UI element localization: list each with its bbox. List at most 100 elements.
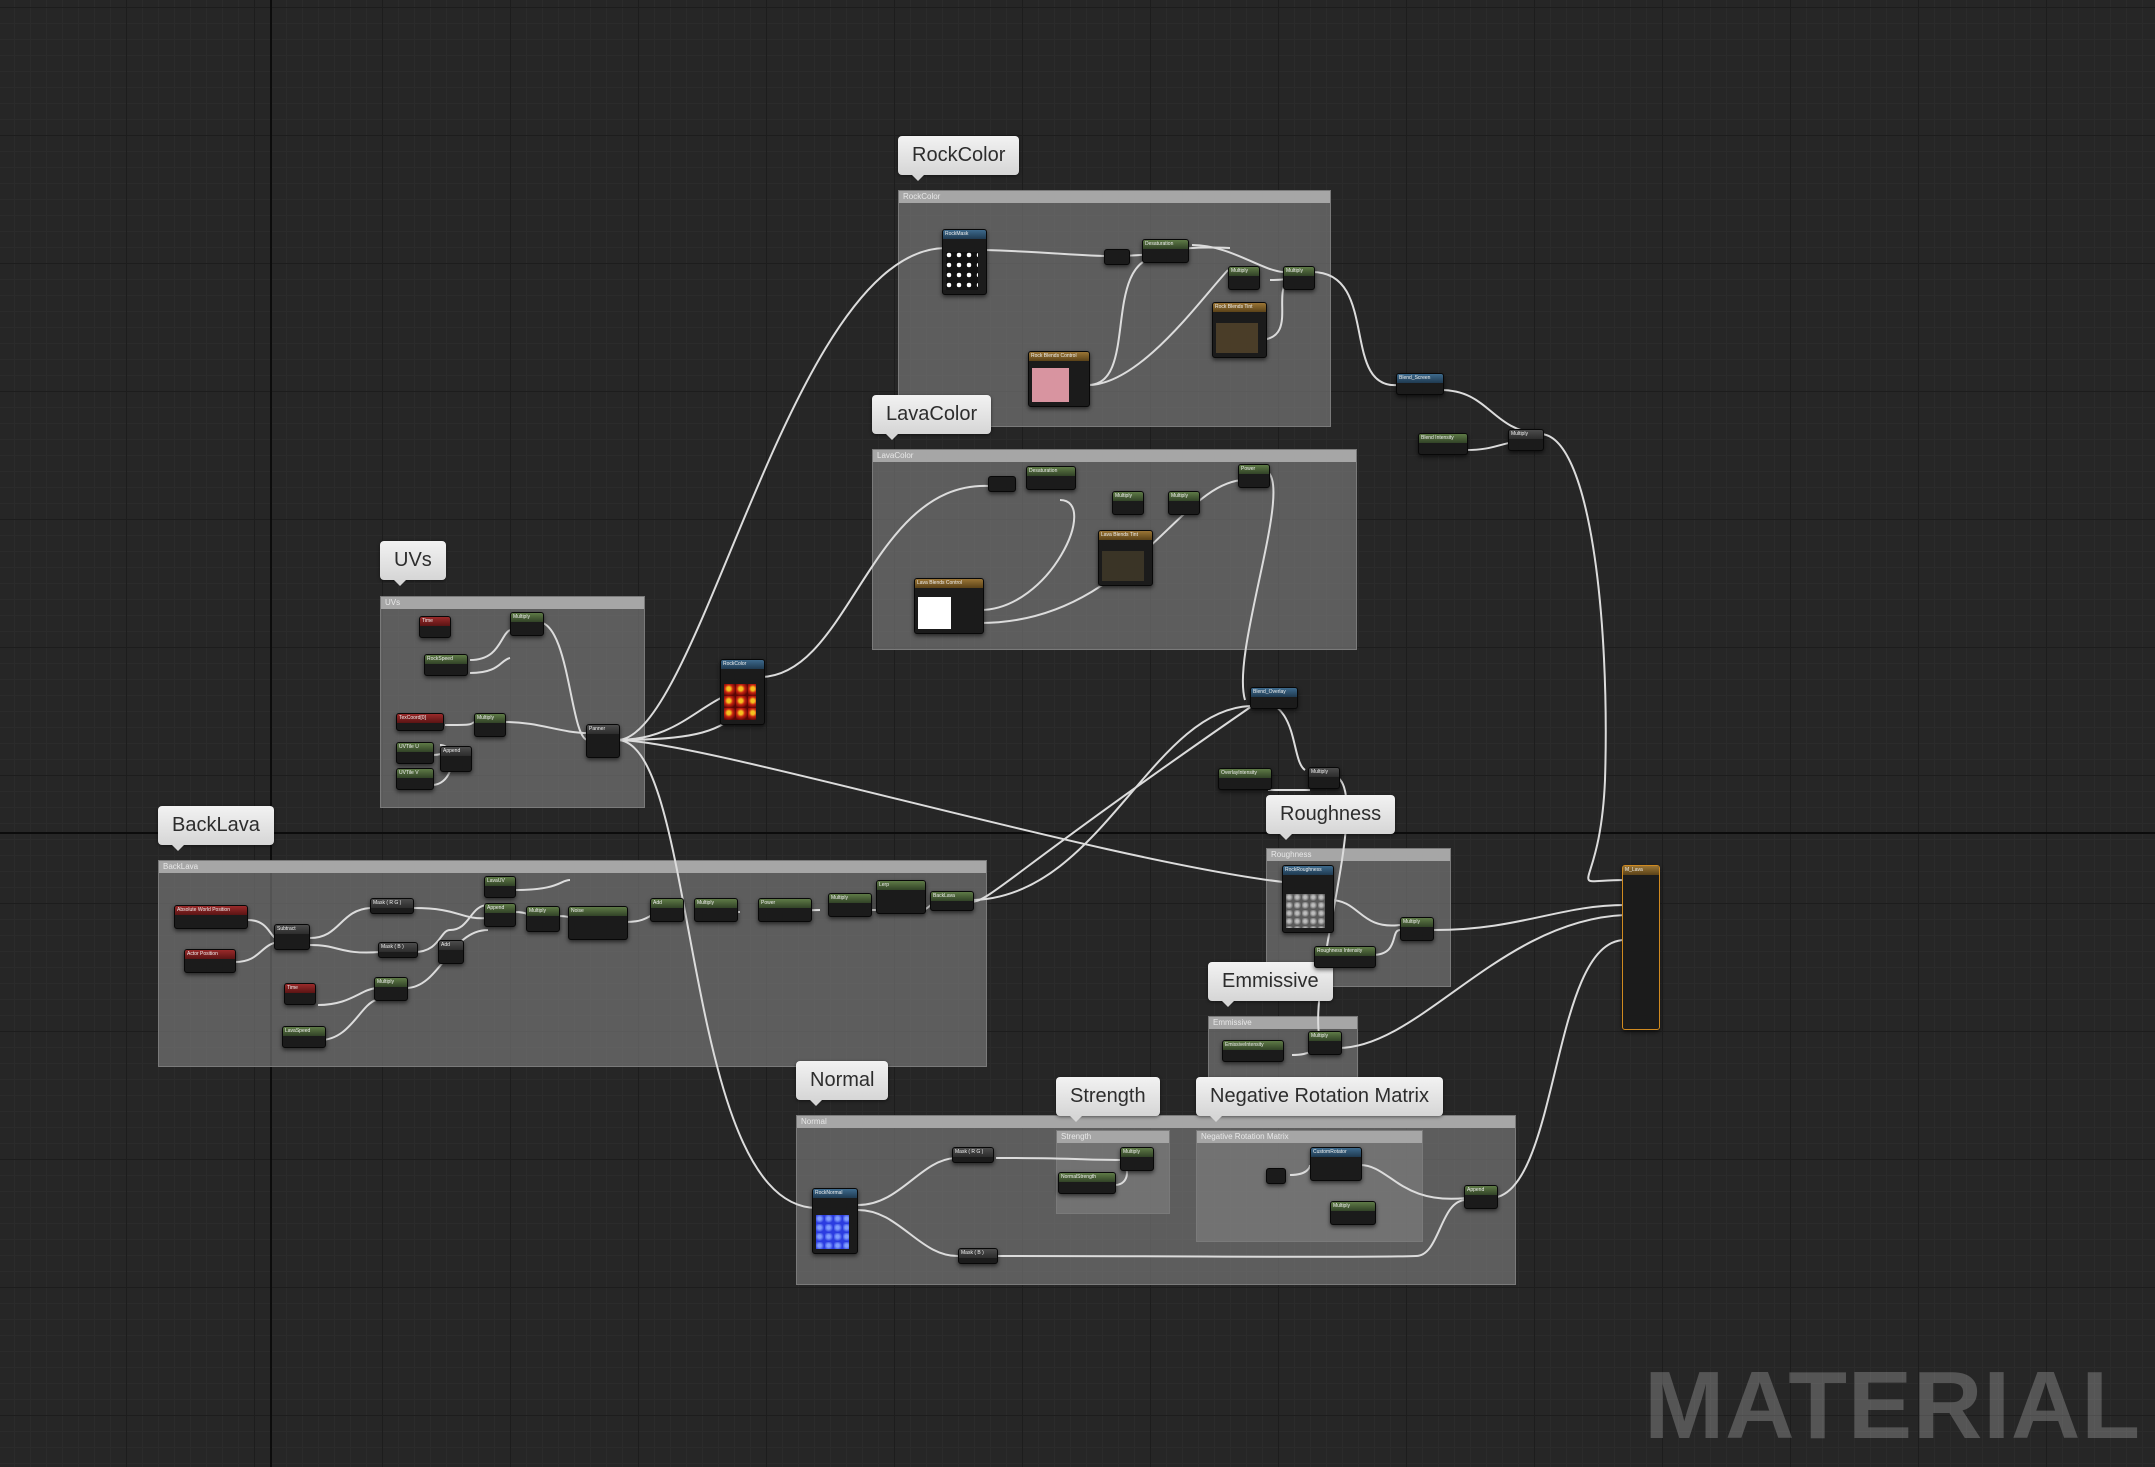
time-node[interactable]: Time <box>419 616 451 638</box>
multiply-node[interactable]: Multiply <box>526 906 560 932</box>
node-title: Lava Blends Control <box>915 579 983 588</box>
comment-bubble-lavacolor[interactable]: LavaColor <box>872 395 992 440</box>
multiply-node[interactable]: Multiply <box>1168 491 1200 515</box>
node-title: Actor Position <box>185 950 235 959</box>
lerp-node[interactable]: Lerp <box>876 880 926 914</box>
lava-uv-node[interactable]: LavaUV <box>484 876 516 898</box>
lava-blend-control-node[interactable]: Lava Blends Control <box>914 578 984 634</box>
desaturation-node[interactable]: Desaturation <box>1142 239 1189 263</box>
rock-blend-tint-preview <box>1216 323 1258 353</box>
absolute-world-position-node[interactable]: Absolute World Position <box>174 905 248 929</box>
comment-bubble-uvs[interactable]: UVs <box>380 541 446 586</box>
rock-mask-component-node[interactable] <box>1104 249 1130 265</box>
wire <box>504 721 589 734</box>
wire <box>1489 939 1626 1199</box>
overlay-intensity-node[interactable]: OverlayIntensity <box>1218 768 1272 790</box>
mask-rg-node[interactable]: Mask ( R G ) <box>952 1147 994 1163</box>
node-title: Power <box>1239 465 1269 474</box>
rock-normal-texture-node[interactable]: RockNormal <box>812 1188 858 1254</box>
mask-b-node[interactable]: Mask ( B ) <box>378 942 418 958</box>
comment-bubble-emissive[interactable]: Emmissive <box>1208 962 1333 1007</box>
comment-bubble-normal[interactable]: Normal <box>796 1061 889 1106</box>
rock-color-texture-node[interactable]: RockColor <box>720 659 765 725</box>
node-title: Rock Blends Control <box>1029 352 1089 361</box>
multiply-node[interactable]: Multiply <box>1120 1147 1154 1171</box>
desaturation-node[interactable]: Desaturation <box>1026 466 1076 490</box>
multiply-node[interactable]: Multiply <box>1112 491 1144 515</box>
multiply-node[interactable]: Multiply <box>1400 917 1434 941</box>
blend-screen-node[interactable]: Blend_Screen <box>1396 373 1444 395</box>
rock-roughness-texture-node[interactable]: RockRoughness <box>1282 865 1334 933</box>
multiply-node[interactable]: Multiply <box>474 713 506 737</box>
material-result-node[interactable]: M_Lava <box>1622 865 1660 1030</box>
rock-mask-texture-node[interactable]: RockMask <box>942 229 987 295</box>
multiply-node[interactable]: Multiply <box>828 893 872 917</box>
uvtile-u-node[interactable]: UVTile U <box>396 742 434 764</box>
panner-node[interactable]: Panner <box>586 724 620 758</box>
node-title: OverlayIntensity <box>1219 769 1271 778</box>
comment-bubble-negative-rotation-matrix[interactable]: Negative Rotation Matrix <box>1196 1077 1443 1122</box>
wire <box>1253 699 1306 771</box>
append-node[interactable]: Append <box>440 746 472 772</box>
node-title: RockColor <box>721 660 764 669</box>
node-title: Subtract <box>275 925 309 934</box>
append-node[interactable]: Append <box>484 903 516 927</box>
wire <box>969 705 1253 903</box>
node-title: Multiply <box>1309 1032 1341 1041</box>
wire <box>1329 899 1401 927</box>
uvtile-v-node[interactable]: UVTile V <box>396 768 434 790</box>
time-node[interactable]: Time <box>284 983 316 1005</box>
lava-blend-tint-node[interactable]: Lava Blends Tint <box>1098 530 1153 586</box>
custom-rotator-node[interactable]: CustomRotator <box>1310 1147 1362 1181</box>
back-lava-node[interactable]: BackLava <box>930 891 974 911</box>
multiply-node[interactable]: Multiply <box>1283 266 1315 290</box>
node-title: Time <box>420 617 450 626</box>
node-title: RockRoughness <box>1283 866 1333 875</box>
node-title: Multiply <box>1331 1202 1375 1211</box>
emissive-intensity-node[interactable]: EmissiveIntensity <box>1222 1040 1284 1062</box>
multiply-node[interactable]: Multiply <box>694 898 738 922</box>
rock-blend-tint-node[interactable]: Rock Blends Tint <box>1212 302 1267 358</box>
comment-bubble-rockcolor[interactable]: RockColor <box>898 136 1020 181</box>
blend-intensity-node[interactable]: Blend Intensity <box>1418 433 1468 455</box>
multiply-node[interactable]: Multiply <box>1308 1031 1342 1055</box>
power-node[interactable]: Power <box>758 898 812 922</box>
material-graph-canvas[interactable]: RockColor LavaColor UVs BackLava Roughne… <box>0 0 2155 1467</box>
actor-position-node[interactable]: Actor Position <box>184 949 236 973</box>
power-node[interactable]: Power <box>1238 464 1270 488</box>
texcoord-node[interactable]: TexCoord[0] <box>396 713 444 731</box>
add-node[interactable]: Add <box>438 940 464 964</box>
multiply-node[interactable]: Multiply <box>1308 767 1340 789</box>
multiply-node[interactable]: Multiply <box>1508 429 1544 451</box>
comment-bubble-backlava[interactable]: BackLava <box>158 806 274 851</box>
multiply-node[interactable]: Multiply <box>1330 1201 1376 1225</box>
multiply-node[interactable]: Multiply <box>510 612 544 636</box>
wire <box>1087 255 1161 386</box>
mask-rg-node[interactable]: Mask ( R G ) <box>370 898 414 914</box>
subtract-node[interactable]: Subtract <box>274 924 310 950</box>
comment-bubble-roughness[interactable]: Roughness <box>1266 795 1396 840</box>
rock-speed-node[interactable]: RockSpeed <box>424 654 468 676</box>
lava-speed-node[interactable]: LavaSpeed <box>282 1026 326 1048</box>
node-title: Multiply <box>1113 492 1143 501</box>
normal-strength-node[interactable]: NormalStrength <box>1058 1172 1116 1194</box>
multiply-node[interactable]: Multiply <box>1228 266 1260 290</box>
node-title: BackLava <box>931 892 973 901</box>
roughness-intensity-node[interactable]: Roughness Intensity <box>1314 946 1376 968</box>
blend-overlay-node[interactable]: Blend_Overlay <box>1250 687 1298 709</box>
node-title: Lava Blends Tint <box>1099 531 1152 540</box>
add-node[interactable]: Add <box>650 898 684 922</box>
rotation-constant-node[interactable] <box>1266 1168 1286 1184</box>
comment-bubble-strength[interactable]: Strength <box>1056 1077 1160 1122</box>
append-node[interactable]: Append <box>1464 1185 1498 1209</box>
node-title: Multiply <box>1121 1148 1153 1157</box>
multiply-node[interactable]: Multiply <box>374 977 408 1001</box>
node-title: Mask ( B ) <box>379 943 417 952</box>
rock-blend-control-node[interactable]: Rock Blends Control <box>1028 351 1090 407</box>
node-title: TexCoord[0] <box>397 714 443 723</box>
material-watermark: MATERIAL <box>1644 1352 2141 1459</box>
lava-component-node[interactable] <box>988 476 1016 492</box>
mask-b-node[interactable]: Mask ( B ) <box>958 1248 998 1264</box>
noise-node[interactable]: Noise <box>568 906 628 940</box>
node-title: RockSpeed <box>425 655 467 664</box>
